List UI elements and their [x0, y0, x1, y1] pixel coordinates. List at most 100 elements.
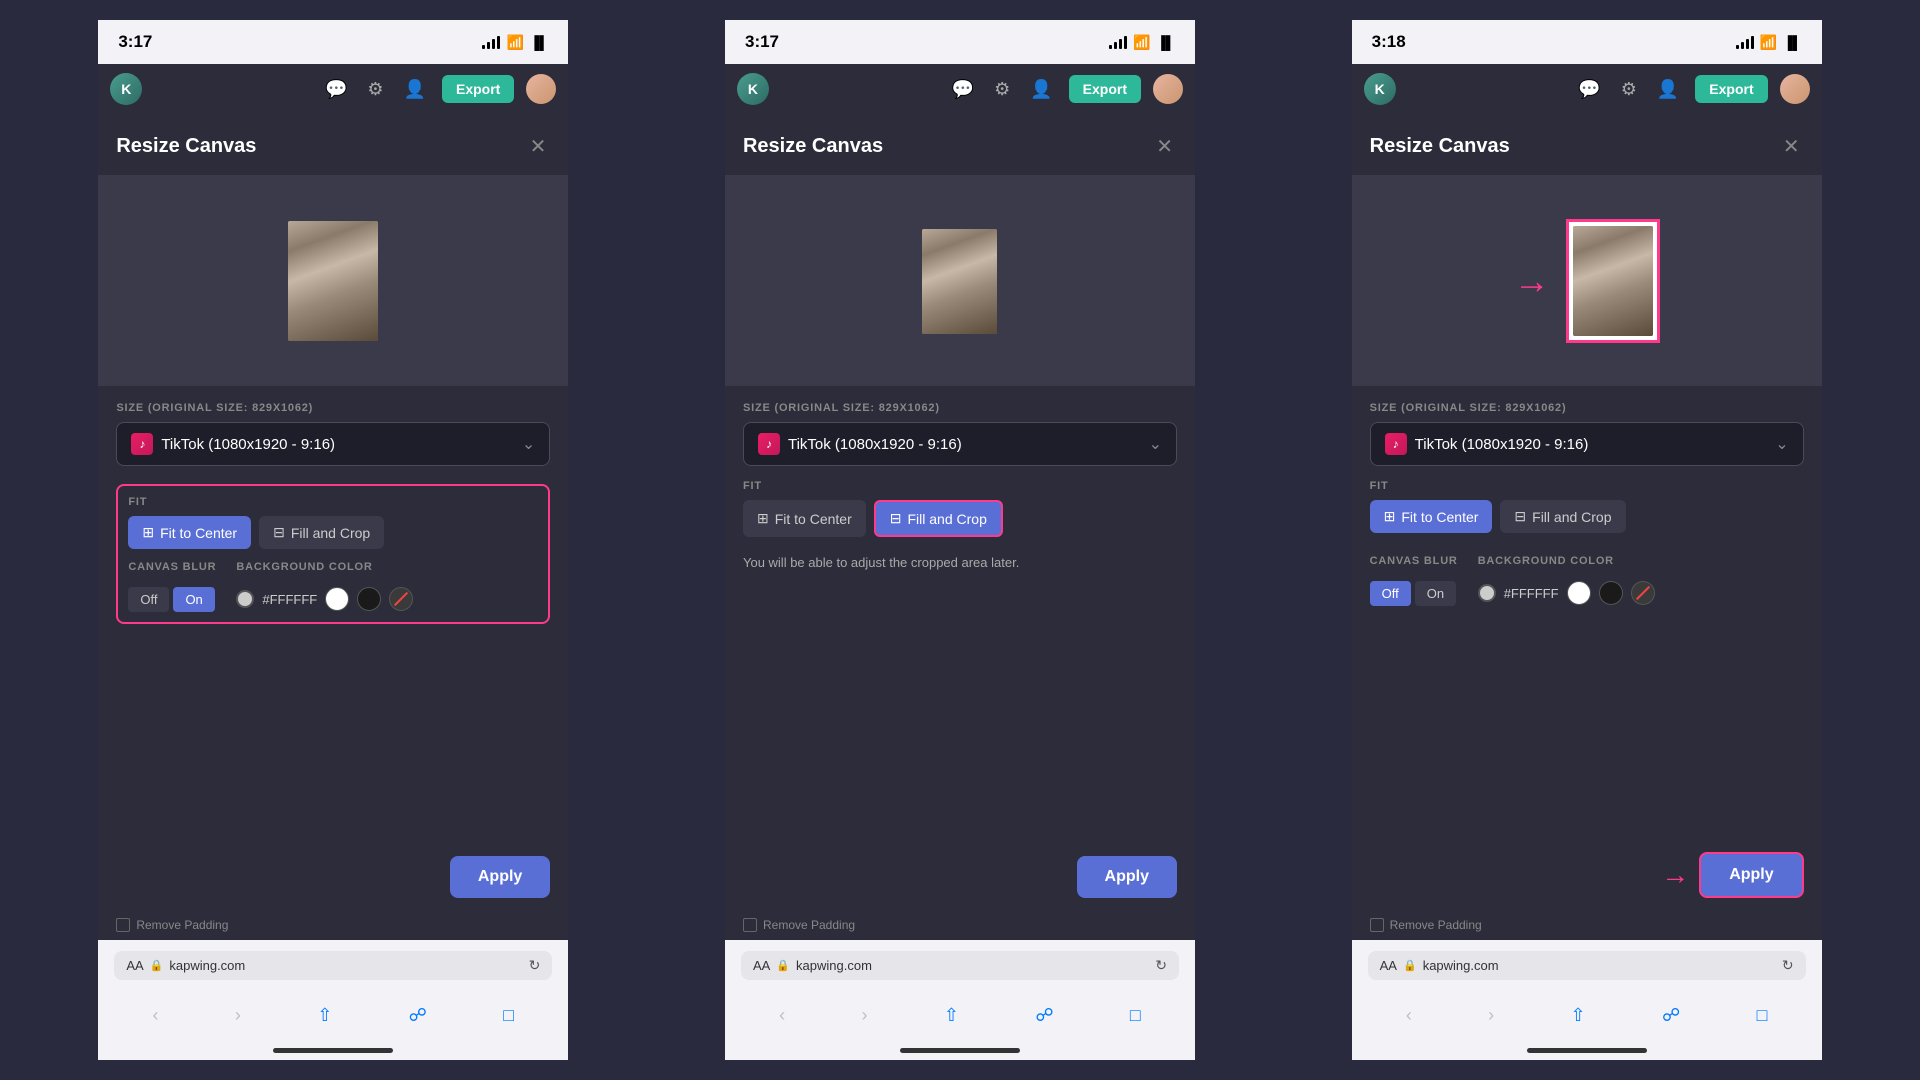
back-button-1[interactable]: ‹	[145, 1001, 167, 1030]
size-dropdown-1[interactable]: ♪ TikTok (1080x1920 - 9:16) ⌄	[116, 422, 550, 466]
app-bar-2: K 💬 ⚙ 👤 Export	[725, 64, 1195, 114]
home-bar-1	[273, 1048, 393, 1053]
bottom-bar-3: AA 🔒 kapwing.com ↻	[1352, 940, 1822, 990]
canvas-bg-section-1: CANVAS BLUR Off On BACKGROUND COLOR	[128, 561, 538, 612]
app-logo-3: K	[1364, 73, 1396, 105]
size-section-2: SIZE (ORIGINAL SIZE: 829X1062) ♪ TikTok …	[743, 402, 1177, 466]
export-button-2[interactable]: Export	[1069, 75, 1141, 103]
color-swatch-black-3[interactable]	[1599, 581, 1623, 605]
share-button-2[interactable]: ⇧	[936, 1001, 967, 1030]
add-user-icon-3[interactable]: 👤	[1653, 75, 1683, 104]
add-user-icon-1[interactable]: 👤	[400, 75, 430, 104]
remove-padding-checkbox-3[interactable]	[1370, 918, 1384, 932]
chat-icon-1[interactable]: 💬	[321, 75, 351, 104]
apply-button-3[interactable]: Apply	[1699, 852, 1803, 898]
close-button-2[interactable]: ✕	[1152, 130, 1177, 163]
tabs-button-3[interactable]: □	[1749, 1001, 1776, 1030]
gear-icon-1[interactable]: ⚙	[363, 75, 387, 104]
blur-off-button-1[interactable]: Off	[128, 587, 169, 612]
export-button-3[interactable]: Export	[1695, 75, 1767, 103]
color-options-1: #FFFFFF	[236, 587, 413, 611]
signal-icon-1	[482, 35, 500, 49]
fit-to-center-button-2[interactable]: ⊞ Fit to Center	[743, 500, 866, 537]
size-label-3: SIZE (ORIGINAL SIZE: 829X1062)	[1370, 402, 1804, 414]
pink-outline-box-1: FIT ⊞ Fit to Center ⊟ Fill and Crop	[116, 484, 550, 624]
modal-footer-2: Apply	[725, 844, 1195, 910]
dropdown-text-1: TikTok (1080x1920 - 9:16)	[161, 436, 514, 453]
bookmarks-button-3[interactable]: ☍	[1654, 1001, 1688, 1030]
forward-button-3[interactable]: ›	[1480, 1001, 1502, 1030]
fit-section-1: FIT ⊞ Fit to Center ⊟ Fill and Crop	[128, 496, 538, 549]
modal-header-3: Resize Canvas ✕	[1352, 114, 1822, 176]
forward-button-2[interactable]: ›	[854, 1001, 876, 1030]
phone-panel-1: 3:17 📶 ▐▌ K 💬 ⚙ 👤	[98, 20, 568, 1060]
color-swatch-black-1[interactable]	[357, 587, 381, 611]
color-options-3: #FFFFFF	[1478, 581, 1655, 605]
apply-button-2[interactable]: Apply	[1077, 856, 1177, 898]
signal-icon-3	[1736, 35, 1754, 49]
remove-padding-checkbox-1[interactable]	[116, 918, 130, 932]
fit-center-icon-1: ⊞	[142, 524, 154, 541]
bookmarks-button-2[interactable]: ☍	[1027, 1001, 1061, 1030]
color-swatch-transparent-3[interactable]	[1631, 581, 1655, 605]
phone-panel-3: 3:18 📶 ▐▌ K 💬 ⚙ 👤	[1352, 20, 1822, 1060]
back-button-3[interactable]: ‹	[1398, 1001, 1420, 1030]
url-text-1: kapwing.com	[169, 958, 245, 973]
apply-button-1[interactable]: Apply	[450, 856, 550, 898]
bookmarks-button-1[interactable]: ☍	[401, 1001, 435, 1030]
export-button-1[interactable]: Export	[442, 75, 514, 103]
time-3: 3:18	[1372, 32, 1406, 52]
chat-icon-3[interactable]: 💬	[1574, 75, 1604, 104]
home-bar-2	[900, 1048, 1020, 1053]
fill-and-crop-button-3[interactable]: ⊟ Fill and Crop	[1500, 500, 1625, 533]
fill-and-crop-button-1[interactable]: ⊟ Fill and Crop	[259, 516, 384, 549]
tabs-button-2[interactable]: □	[1122, 1001, 1149, 1030]
url-bar-2[interactable]: AA 🔒 kapwing.com ↻	[741, 951, 1179, 980]
refresh-icon-3[interactable]: ↻	[1782, 957, 1794, 974]
blur-off-button-3[interactable]: Off	[1370, 581, 1411, 606]
cat-preview-1	[288, 221, 378, 341]
forward-button-1[interactable]: ›	[227, 1001, 249, 1030]
phone-panel-2: 3:17 📶 ▐▌ K 💬 ⚙ 👤	[725, 20, 1195, 1060]
remove-padding-checkbox-2[interactable]	[743, 918, 757, 932]
wifi-icon-2: 📶	[1133, 34, 1150, 51]
color-swatch-white-3[interactable]	[1567, 581, 1591, 605]
canvas-bg-row-1: CANVAS BLUR Off On BACKGROUND COLOR	[128, 561, 538, 612]
share-button-1[interactable]: ⇧	[309, 1001, 340, 1030]
blur-on-button-3[interactable]: On	[1415, 581, 1456, 606]
modal-title-2: Resize Canvas	[743, 135, 883, 158]
size-dropdown-2[interactable]: ♪ TikTok (1080x1920 - 9:16) ⌄	[743, 422, 1177, 466]
avatar-2	[1153, 74, 1183, 104]
status-icons-2: 📶 ▐▌	[1109, 34, 1175, 51]
size-dropdown-3[interactable]: ♪ TikTok (1080x1920 - 9:16) ⌄	[1370, 422, 1804, 466]
gear-icon-3[interactable]: ⚙	[1617, 75, 1641, 104]
fit-to-center-button-1[interactable]: ⊞ Fit to Center	[128, 516, 251, 549]
url-bar-3[interactable]: AA 🔒 kapwing.com ↻	[1368, 951, 1806, 980]
refresh-icon-1[interactable]: ↻	[529, 957, 541, 974]
home-indicator-2	[725, 1040, 1195, 1060]
dropdown-text-2: TikTok (1080x1920 - 9:16)	[788, 436, 1141, 453]
add-user-icon-2[interactable]: 👤	[1026, 75, 1056, 104]
fit-center-icon-2: ⊞	[757, 510, 769, 527]
tabs-button-1[interactable]: □	[495, 1001, 522, 1030]
close-button-1[interactable]: ✕	[526, 130, 551, 163]
chevron-down-icon-3: ⌄	[1775, 434, 1788, 454]
cat-preview-2	[922, 229, 997, 334]
fill-and-crop-button-2[interactable]: ⊟ Fill and Crop	[874, 500, 1003, 537]
chat-icon-2[interactable]: 💬	[948, 75, 978, 104]
chevron-down-icon-1: ⌄	[522, 434, 535, 454]
url-bar-1[interactable]: AA 🔒 kapwing.com ↻	[114, 951, 552, 980]
size-section-3: SIZE (ORIGINAL SIZE: 829X1062) ♪ TikTok …	[1370, 402, 1804, 466]
color-swatch-white-1[interactable]	[325, 587, 349, 611]
share-button-3[interactable]: ⇧	[1563, 1001, 1594, 1030]
color-swatch-transparent-1[interactable]	[389, 587, 413, 611]
fit-to-center-button-3[interactable]: ⊞ Fit to Center	[1370, 500, 1493, 533]
blur-on-button-1[interactable]: On	[173, 587, 214, 612]
app-bar-3: K 💬 ⚙ 👤 Export	[1352, 64, 1822, 114]
close-button-3[interactable]: ✕	[1779, 130, 1804, 163]
bg-color-label-1: BACKGROUND COLOR	[236, 561, 413, 573]
back-button-2[interactable]: ‹	[771, 1001, 793, 1030]
gear-icon-2[interactable]: ⚙	[990, 75, 1014, 104]
refresh-icon-2[interactable]: ↻	[1155, 957, 1167, 974]
modal-1: Resize Canvas ✕ SIZE (ORIGINAL SIZE: 829…	[98, 114, 568, 940]
